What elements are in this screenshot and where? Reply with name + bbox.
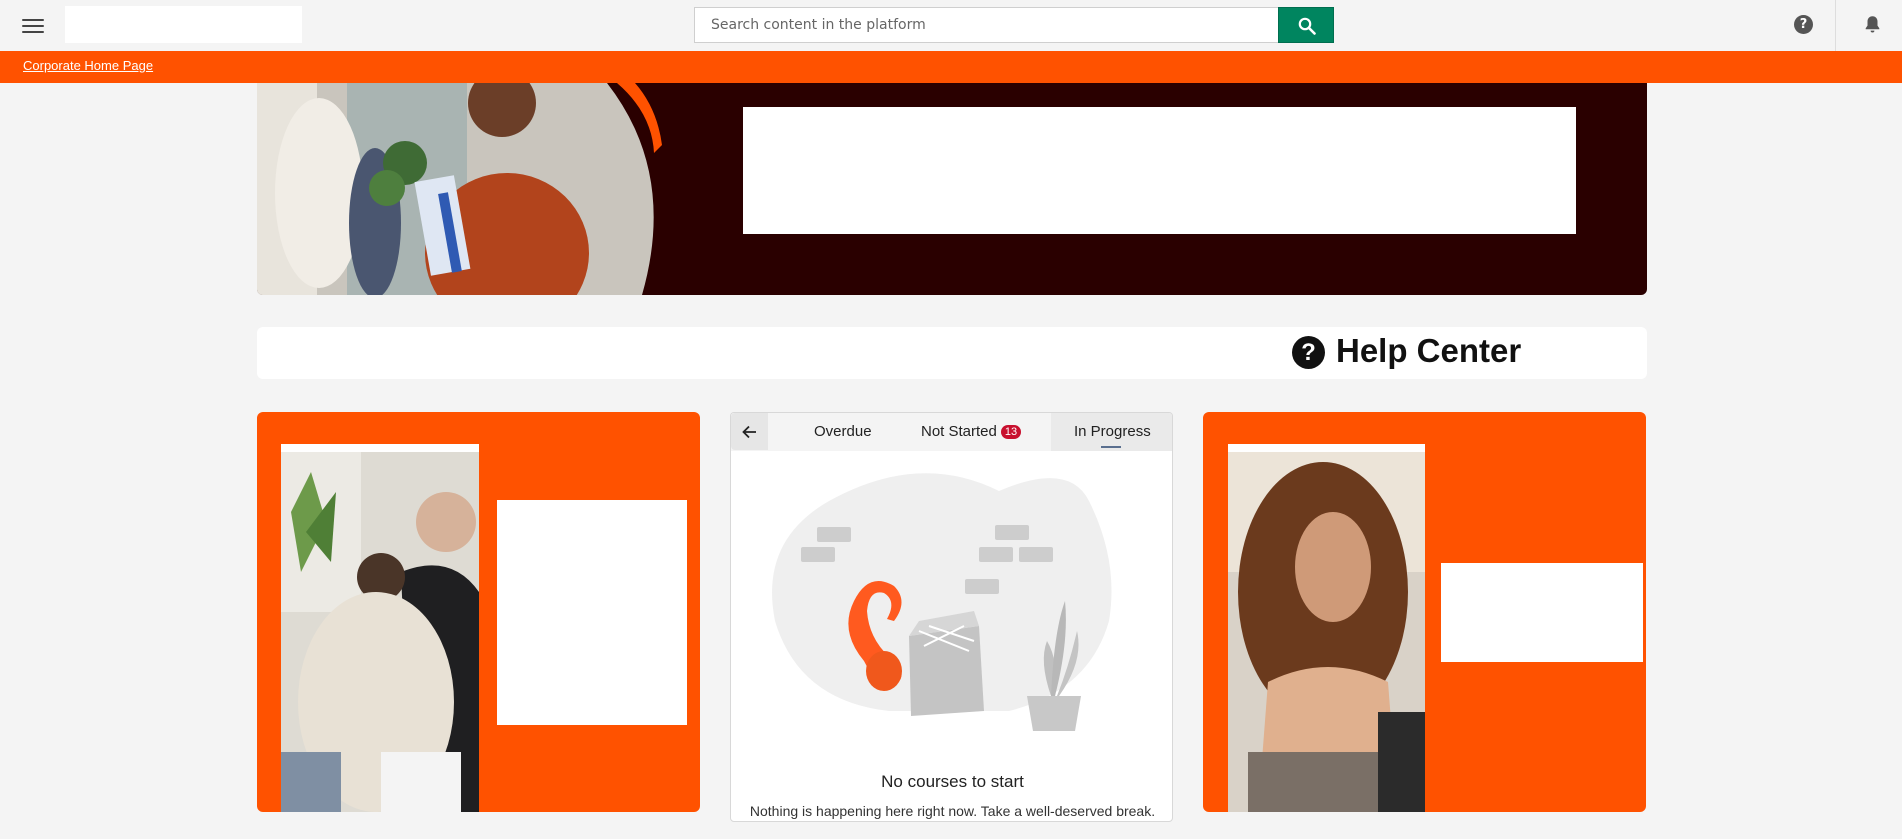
corporate-home-link[interactable]: Corporate Home Page: [23, 58, 153, 73]
question-circle-icon[interactable]: ?: [1794, 15, 1813, 34]
hamburger-menu-icon[interactable]: [22, 15, 44, 35]
tab-label: Not Started: [921, 423, 997, 440]
help-center-question-icon: ?: [1292, 336, 1325, 369]
hero-text-box: [743, 107, 1576, 234]
empty-state-illustration: [772, 473, 1112, 731]
courses-panel: Overdue Not Started 13 In Progress No cou…: [730, 412, 1173, 822]
course-tabs: Overdue Not Started 13 In Progress: [731, 413, 1172, 451]
empty-state-title: No courses to start: [881, 772, 1024, 791]
help-center-strip[interactable]: ? Help Center: [257, 327, 1647, 379]
help-center-title: Help Center: [1336, 332, 1522, 369]
promo-text-box-left: [497, 500, 687, 725]
corporate-link-bar: Corporate Home Page: [0, 51, 1902, 83]
active-tab-indicator: [1101, 446, 1121, 448]
back-button[interactable]: [731, 413, 768, 450]
top-bar: ?: [0, 0, 1902, 51]
woman-photo: [1228, 452, 1425, 812]
search-button[interactable]: [1278, 7, 1334, 43]
tab-not-started[interactable]: Not Started 13: [921, 423, 1022, 440]
divider: [1835, 0, 1836, 51]
promo-card-left[interactable]: [257, 412, 700, 812]
company-logo[interactable]: [65, 6, 302, 43]
search-bar: [694, 7, 1335, 43]
promo-text-box-right: [1441, 563, 1643, 662]
tab-overdue[interactable]: Overdue: [814, 423, 872, 440]
search-input[interactable]: [694, 7, 1279, 43]
hero-banner: [257, 83, 1647, 295]
team-photo: [281, 452, 479, 812]
bell-icon[interactable]: [1864, 15, 1881, 34]
search-icon: [1298, 17, 1316, 35]
arrow-left-icon: [742, 425, 756, 439]
promo-card-right[interactable]: [1203, 412, 1646, 812]
empty-state-message: Nothing is happening here right now. Tak…: [749, 803, 1156, 819]
hero-photo: [257, 83, 665, 295]
count-badge: 13: [1000, 425, 1022, 439]
tab-in-progress[interactable]: In Progress: [1074, 423, 1151, 440]
